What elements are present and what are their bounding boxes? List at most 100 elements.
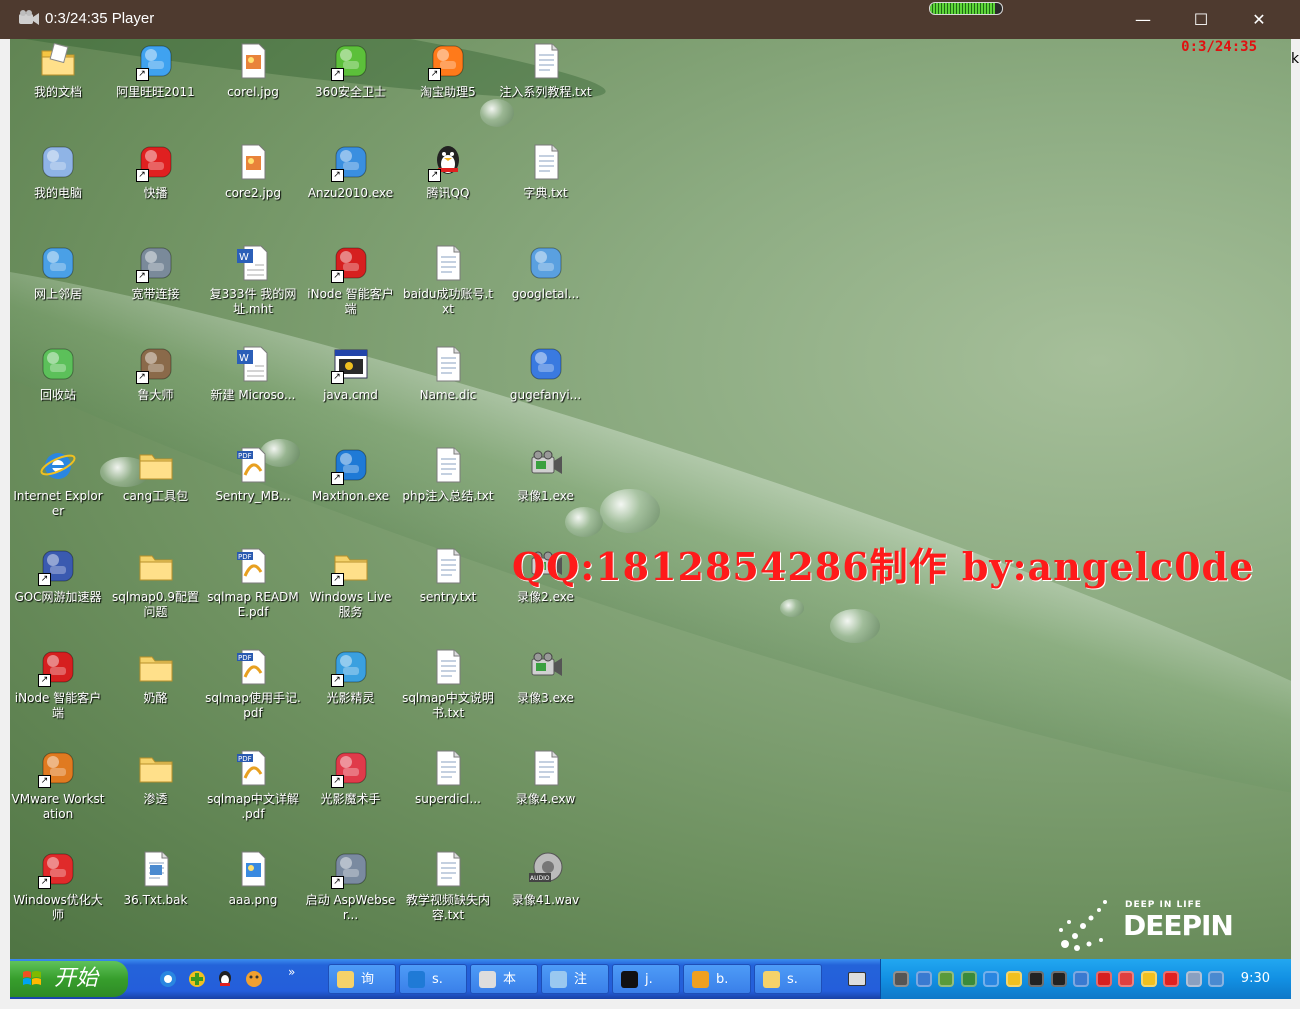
desktop-shortcut[interactable]: Internet Explorer	[10, 445, 106, 519]
start-button[interactable]: 开始	[10, 961, 128, 997]
desktop-shortcut[interactable]: ↗ 360安全卫士	[303, 41, 399, 100]
desktop-shortcut[interactable]: corel.jpg	[205, 41, 301, 100]
tray-alert-icon[interactable]	[1163, 971, 1179, 987]
desktop-shortcut[interactable]: 字典.txt	[498, 142, 594, 201]
desktop-shortcut[interactable]: 回收站	[10, 344, 106, 403]
taskbar-window-button[interactable]: s.	[399, 964, 467, 994]
desktop-shortcut[interactable]: ↗ Anzu2010.exe	[303, 142, 399, 201]
desktop-shortcut[interactable]: ↗ VMware Workstation	[10, 748, 106, 822]
360-safe-icon: ↗	[330, 41, 371, 81]
desktop-shortcut[interactable]: cang工具包	[108, 445, 204, 504]
tray-shield-icon[interactable]	[960, 971, 977, 987]
quicklaunch-360-icon[interactable]	[187, 969, 207, 989]
internet-explorer-icon	[38, 445, 78, 485]
quicklaunch-ludashi-icon[interactable]	[244, 969, 264, 989]
desktop-shortcut[interactable]: sentry.txt	[400, 546, 496, 605]
tray-qq-icon[interactable]	[1028, 971, 1044, 987]
desktop-shortcut[interactable]: baidu成功账号.txt	[400, 243, 496, 317]
desktop-shortcut[interactable]: 奶酪	[108, 647, 204, 706]
desktop-shortcut[interactable]: 注入系列教程.txt	[498, 41, 594, 100]
player-title-bar: 0:3/24:35 Player — ☐ ✕	[0, 0, 1300, 39]
desktop-shortcut[interactable]: 我的电脑	[10, 142, 106, 201]
desktop-shortcut[interactable]: aaa.png	[205, 849, 301, 908]
desktop-shortcut[interactable]: ↗ java.cmd	[303, 344, 399, 403]
desktop-shortcut[interactable]: 渗透	[108, 748, 204, 807]
taskbar-window-button[interactable]: 注	[541, 964, 609, 994]
desktop-shortcut[interactable]: ↗ 快播	[108, 142, 204, 201]
taskbar-window-button[interactable]: 询	[328, 964, 396, 994]
taskbar-window-button[interactable]: 本	[470, 964, 538, 994]
desktop-shortcut[interactable]: core2.jpg	[205, 142, 301, 201]
desktop-shortcut[interactable]: 36.Txt.bak	[108, 849, 204, 908]
quicklaunch-ie-icon[interactable]	[158, 969, 178, 989]
tray-monitor-icon[interactable]	[1208, 971, 1224, 987]
desktop-shortcut[interactable]: googletal...	[498, 243, 594, 302]
desktop-shortcut[interactable]: Name.dic	[400, 344, 496, 403]
tray-network-icon[interactable]	[1073, 971, 1089, 987]
desktop-shortcut[interactable]: ↗ Windows优化大师	[10, 849, 106, 923]
playback-progress-bar[interactable]	[929, 2, 1003, 15]
desktop-shortcut-label: Sentry_MB...	[215, 489, 291, 503]
desktop-shortcut[interactable]: gugefanyi...	[498, 344, 594, 403]
desktop-shortcut-label: sentry.txt	[419, 590, 477, 604]
keyboard-icon[interactable]	[848, 972, 866, 986]
desktop-shortcut[interactable]: php注入总结.txt	[400, 445, 496, 504]
desktop-shortcut[interactable]: ↗ 鲁大师	[108, 344, 204, 403]
desktop-shortcut-label: 36.Txt.bak	[123, 893, 188, 907]
desktop-shortcut[interactable]: ↗ Windows Live 服务	[303, 546, 399, 620]
desktop-shortcut[interactable]: sqlmap中文说明书.txt	[400, 647, 496, 721]
desktop-shortcut[interactable]: 录像3.exe	[498, 647, 594, 706]
taskbar-window-button[interactable]: j.	[612, 964, 680, 994]
tray-heart-icon[interactable]	[1118, 971, 1134, 987]
desktop-shortcut[interactable]: 教学视频缺失内容.txt	[400, 849, 496, 923]
desktop-shortcut-label: sqlmap0.9配置问题	[112, 590, 199, 619]
tray-360-icon[interactable]	[1005, 971, 1022, 987]
video-timestamp-overlay: 0:3/24:35	[1181, 39, 1257, 55]
shortcut-arrow-icon: ↗	[135, 68, 149, 81]
desktop-shortcut[interactable]: ↗ 启动 AspWebser...	[303, 849, 399, 923]
desktop-shortcut[interactable]: ↗ iNode 智能客户端	[10, 647, 106, 721]
tray-inode-icon[interactable]	[1095, 971, 1112, 987]
quicklaunch-more-button[interactable]: »	[288, 965, 295, 979]
desktop-shortcut[interactable]: W 新建 Microso...	[205, 344, 301, 403]
desktop-shortcut[interactable]: 网上邻居	[10, 243, 106, 302]
desktop-shortcut-label: 注入系列教程.txt	[499, 85, 592, 99]
minimize-button[interactable]: —	[1114, 0, 1172, 39]
desktop-shortcut[interactable]: ↗ 腾讯QQ	[400, 142, 496, 201]
tray-clock[interactable]: 9:30	[1241, 959, 1270, 999]
desktop-shortcut[interactable]: 录像1.exe	[498, 445, 594, 504]
tray-anzu-icon[interactable]	[983, 971, 999, 987]
tray-qq-icon[interactable]	[1050, 971, 1067, 987]
desktop-shortcut[interactable]: ↗ 宽带连接	[108, 243, 204, 302]
desktop-shortcut[interactable]: ↗ GOC网游加速器	[10, 546, 106, 605]
tray-network-icon[interactable]	[915, 971, 932, 987]
desktop-shortcut[interactable]: W 复333件 我的网址.mht	[205, 243, 301, 317]
desktop-shortcut[interactable]: ↗ 淘宝助理5	[400, 41, 496, 100]
playback-progress-fill	[930, 3, 995, 14]
close-button[interactable]: ✕	[1230, 0, 1288, 39]
desktop-shortcut[interactable]: PDF Sentry_MB...	[205, 445, 301, 504]
desktop-shortcut[interactable]: 我的文档	[10, 41, 106, 100]
quicklaunch-qq-icon[interactable]	[215, 969, 235, 989]
tray-video-icon[interactable]	[893, 971, 909, 987]
desktop-shortcut[interactable]: PDF sqlmap中文详解 .pdf	[205, 748, 301, 822]
desktop-shortcut[interactable]: superdicl...	[400, 748, 496, 807]
desktop-shortcut[interactable]: 录像4.exw	[498, 748, 594, 807]
desktop-shortcut[interactable]: ↗ 光影魔术手	[303, 748, 399, 807]
taskbar-window-button[interactable]: s.	[754, 964, 822, 994]
tray-leaf-icon[interactable]	[938, 971, 954, 987]
shortcut-arrow-icon: ↗	[38, 876, 51, 889]
desktop-shortcut[interactable]: sqlmap0.9配置问题	[108, 546, 204, 620]
desktop-shortcut[interactable]: ↗ Maxthon.exe	[303, 445, 399, 504]
tray-speaker-icon[interactable]	[1185, 971, 1202, 987]
vmware-icon: ↗	[38, 748, 78, 788]
desktop-shortcut[interactable]: AUDIO 录像41.wav	[498, 849, 594, 908]
desktop-shortcut[interactable]: PDF sqlmap README.pdf	[205, 546, 301, 620]
maximize-button[interactable]: ☐	[1172, 0, 1230, 39]
desktop-shortcut[interactable]: ↗ 阿里旺旺2011	[108, 41, 204, 100]
desktop-shortcut[interactable]: ↗ 光影精灵	[303, 647, 399, 706]
taskbar-window-button[interactable]: b.	[683, 964, 751, 994]
desktop-shortcut[interactable]: ↗ iNode 智能客户端	[303, 243, 399, 317]
tray-360-icon[interactable]	[1140, 971, 1157, 987]
desktop-shortcut[interactable]: PDF sqlmap使用手记.pdf	[205, 647, 301, 721]
